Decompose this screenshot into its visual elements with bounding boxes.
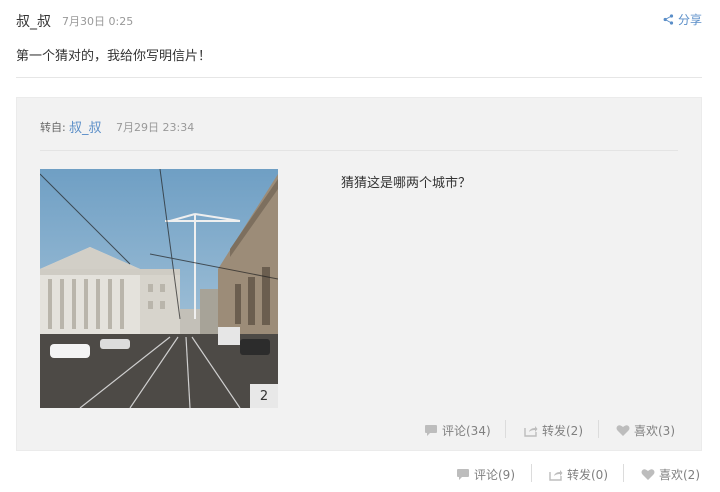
comment-button[interactable]: 评论(9) (456, 466, 515, 483)
repost-comment-label: 评论(34) (442, 424, 491, 438)
share-button[interactable]: 分享 (663, 11, 702, 28)
repost-text: 猜猜这是哪两个城市？ (341, 176, 472, 191)
repost-photo[interactable] (40, 169, 278, 408)
forward-button[interactable]: 转发(0) (549, 466, 608, 483)
comment-label: 评论(9) (474, 468, 515, 482)
forward-icon (524, 424, 538, 437)
repost-forward-label: 转发(2) (542, 424, 583, 438)
separator (598, 420, 599, 438)
repost-author-link[interactable]: 叔_叔 (69, 117, 102, 136)
like-icon (641, 468, 655, 481)
share-icon (663, 14, 674, 25)
repost-like-button[interactable]: 喜欢(3) (616, 422, 675, 439)
post-time[interactable]: 7月30日 0:25 (62, 13, 133, 29)
repost-comment-button[interactable]: 评论(34) (424, 422, 491, 439)
like-icon (616, 424, 630, 437)
repost-time[interactable]: 7月29日 23:34 (116, 119, 194, 135)
repost-like-label: 喜欢(3) (634, 424, 675, 438)
divider (16, 77, 702, 78)
forward-label: 转发(0) (567, 468, 608, 482)
like-label: 喜欢(2) (659, 468, 700, 482)
separator (505, 420, 506, 438)
forward-icon (549, 468, 563, 481)
image-count-badge[interactable]: 2 (250, 384, 278, 408)
like-button[interactable]: 喜欢(2) (641, 466, 700, 483)
separator (531, 464, 532, 482)
repost-from-label: 转自: (40, 121, 66, 134)
separator (623, 464, 624, 482)
post-text: 第一个猜对的，我给你写明信片！ (16, 49, 212, 64)
comment-icon (456, 468, 470, 481)
post-author[interactable]: 叔_叔 (16, 11, 51, 31)
share-label: 分享 (677, 13, 702, 27)
repost-divider (40, 150, 678, 151)
repost-forward-button[interactable]: 转发(2) (524, 422, 583, 439)
comment-icon (424, 424, 438, 437)
